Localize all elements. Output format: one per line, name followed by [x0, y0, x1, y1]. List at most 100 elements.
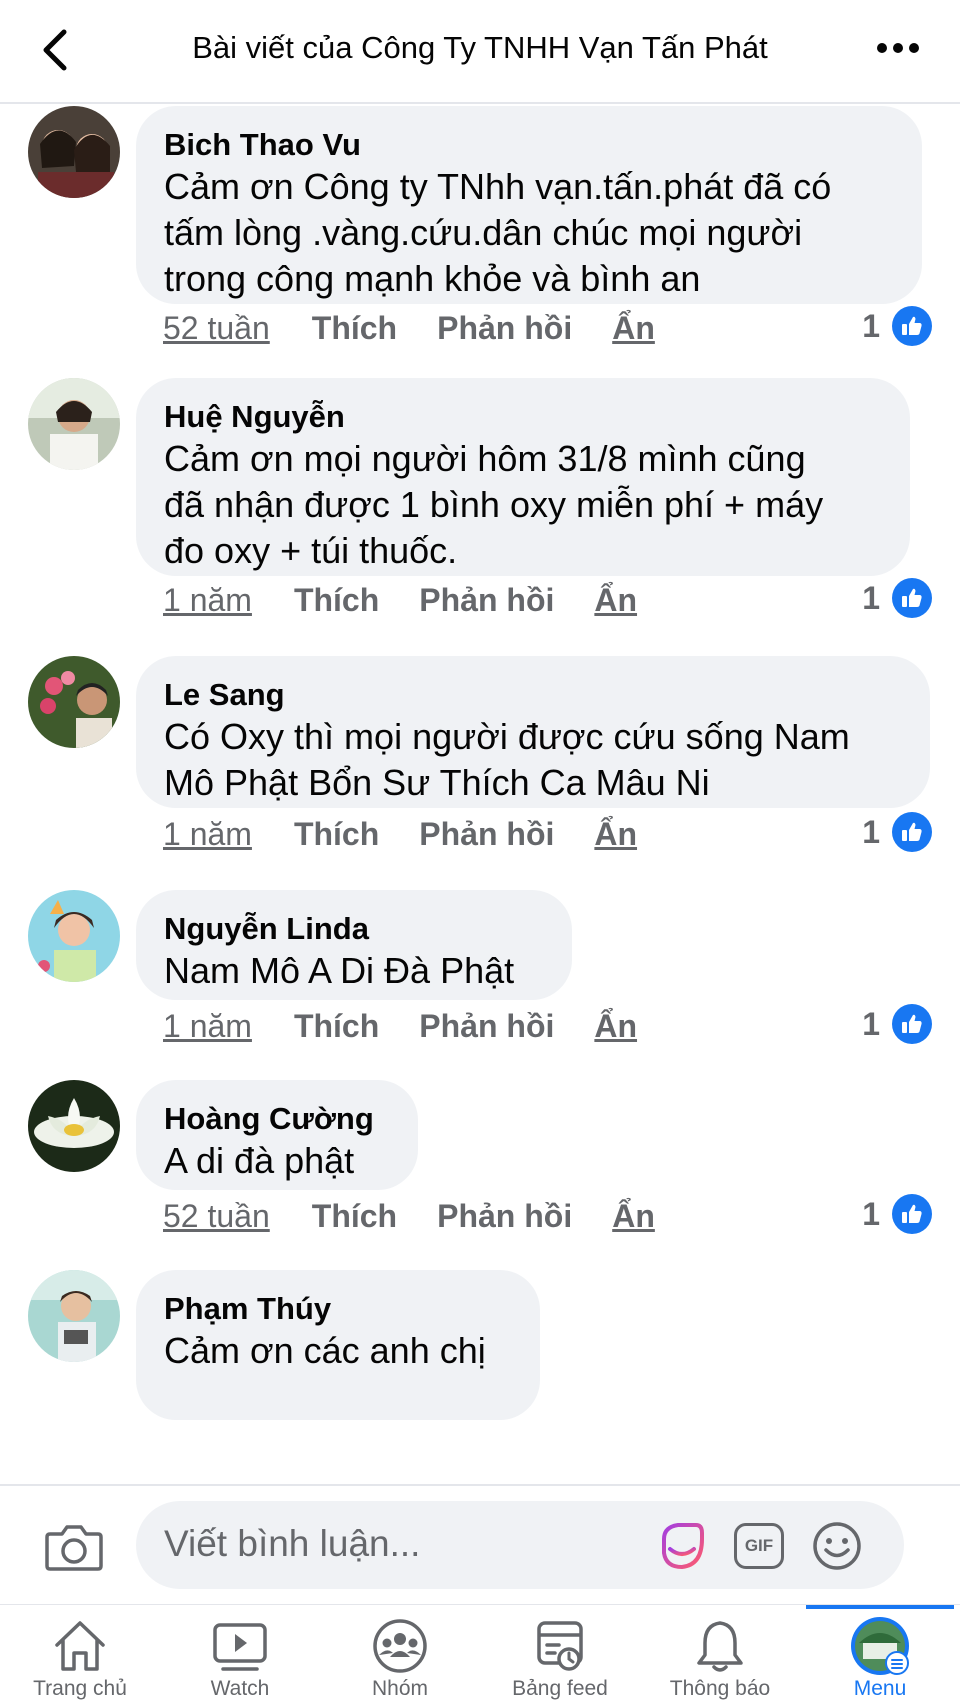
comment-text: tấm lòng .vàng.cứu.dân chúc mọi người	[164, 212, 803, 253]
comment-timestamp[interactable]: 1 năm	[163, 1008, 252, 1045]
tab-watch[interactable]: Watch	[160, 1605, 320, 1707]
comment-item: Le Sang Có Oxy thì mọi người được cứu số…	[0, 654, 960, 894]
top-navigation-bar: Bài viết của Công Ty TNHH Vạn Tấn Phát	[0, 0, 960, 104]
feeds-icon	[537, 1621, 583, 1671]
avatar[interactable]	[28, 378, 120, 470]
comment-author[interactable]: Le Sang	[164, 676, 902, 714]
tab-label: Trang chủ	[33, 1677, 127, 1700]
tab-label: Nhóm	[371, 1677, 429, 1700]
bottom-tab-bar: Trang chủ Watch Nhóm Bảng feed Thông báo…	[0, 1604, 960, 1707]
emoji-icon[interactable]	[810, 1519, 864, 1573]
comment-text: Mô Phật Bổn Sư Thích Ca Mâu Ni	[164, 762, 710, 803]
comment-actions: 1 năm Thích Phản hồi Ẩn	[163, 582, 637, 619]
bell-icon	[697, 1621, 743, 1672]
avatar[interactable]	[28, 890, 120, 982]
comment-author[interactable]: Bich Thao Vu	[164, 126, 894, 164]
comment-bubble[interactable]: Nguyễn Linda Nam Mô A Di Đà Phật	[136, 890, 572, 1000]
like-reaction-icon	[892, 1194, 932, 1234]
like-reaction-icon	[892, 812, 932, 852]
like-button[interactable]: Thích	[294, 1008, 379, 1045]
like-button[interactable]: Thích	[312, 310, 397, 347]
hide-button[interactable]: Ẩn	[594, 582, 637, 619]
comment-actions: 52 tuần Thích Phản hồi Ẩn	[163, 310, 655, 347]
comment-bubble[interactable]: Hoàng Cường A di đà phật	[136, 1080, 418, 1190]
home-icon	[55, 1621, 105, 1671]
hide-button[interactable]: Ẩn	[594, 816, 637, 853]
avatar[interactable]	[28, 106, 120, 198]
avatar-sticker-icon[interactable]	[654, 1519, 708, 1573]
comment-item: Phạm Thúy Cảm ơn các anh chị	[0, 1270, 960, 1482]
chevron-left-icon[interactable]	[36, 28, 76, 72]
like-count: 1	[862, 307, 880, 344]
reaction-count[interactable]: 1	[862, 1194, 932, 1234]
comment-text: Cảm ơn mọi người hôm 31/8 mình cũng	[164, 438, 806, 479]
reply-button[interactable]: Phản hồi	[419, 816, 554, 853]
like-count: 1	[862, 1005, 880, 1042]
reply-button[interactable]: Phản hồi	[419, 1008, 554, 1045]
comment-item: Hoàng Cường A di đà phật 52 tuần Thích P…	[0, 1078, 960, 1268]
avatar[interactable]	[28, 1270, 120, 1362]
comment-author[interactable]: Phạm Thúy	[164, 1290, 512, 1328]
like-button[interactable]: Thích	[294, 816, 379, 853]
comment-timestamp[interactable]: 52 tuần	[163, 310, 270, 347]
comment-item: Bich Thao Vu Cảm ơn Công ty TNhh vạn.tấn…	[0, 104, 960, 404]
like-count: 1	[862, 1195, 880, 1232]
comment-text: Cảm ơn Công ty TNhh vạn.tấn.phát đã có	[164, 166, 832, 207]
comment-text: Nam Mô A Di Đà Phật	[164, 950, 515, 991]
reply-button[interactable]: Phản hồi	[437, 310, 572, 347]
like-count: 1	[862, 813, 880, 850]
comment-timestamp[interactable]: 52 tuần	[163, 1198, 270, 1235]
tab-feeds[interactable]: Bảng feed	[480, 1605, 640, 1707]
reply-button[interactable]: Phản hồi	[419, 582, 554, 619]
tab-label: Thông báo	[669, 1677, 771, 1700]
comment-text: đã nhận được 1 bình oxy miễn phí + máy	[164, 484, 824, 525]
avatar[interactable]	[28, 1080, 120, 1172]
comment-item: Nguyễn Linda Nam Mô A Di Đà Phật 1 năm T…	[0, 888, 960, 1078]
like-button[interactable]: Thích	[294, 582, 379, 619]
comment-timestamp[interactable]: 1 năm	[163, 816, 252, 853]
comment-input-placeholder: Viết bình luận...	[164, 1523, 421, 1564]
comment-bubble[interactable]: Phạm Thúy Cảm ơn các anh chị	[136, 1270, 540, 1420]
comment-author[interactable]: Huệ Nguyễn	[164, 398, 882, 436]
comment-text: Cảm ơn các anh chị	[164, 1330, 486, 1371]
camera-icon[interactable]	[44, 1522, 104, 1572]
reaction-count[interactable]: 1	[862, 1004, 932, 1044]
like-reaction-icon	[892, 1004, 932, 1044]
avatar[interactable]	[28, 656, 120, 748]
gif-icon[interactable]: GIF	[732, 1519, 786, 1573]
reaction-count[interactable]: 1	[862, 578, 932, 618]
reply-button[interactable]: Phản hồi	[437, 1198, 572, 1235]
like-count: 1	[862, 579, 880, 616]
menu-avatar-icon	[851, 1617, 909, 1675]
comment-timestamp[interactable]: 1 năm	[163, 582, 252, 619]
hide-button[interactable]: Ẩn	[612, 310, 655, 347]
gif-label: GIF	[734, 1523, 784, 1569]
reaction-count[interactable]: 1	[862, 306, 932, 346]
comment-input[interactable]: Viết bình luận... GIF	[136, 1501, 904, 1589]
tab-menu[interactable]: Menu	[800, 1605, 960, 1707]
page-title: Bài viết của Công Ty TNHH Vạn Tấn Phát	[192, 30, 768, 65]
like-reaction-icon	[892, 306, 932, 346]
like-reaction-icon	[892, 578, 932, 618]
comment-actions: 1 năm Thích Phản hồi Ẩn	[163, 1008, 637, 1045]
comment-actions: 52 tuần Thích Phản hồi Ẩn	[163, 1198, 655, 1235]
tab-groups[interactable]: Nhóm	[320, 1605, 480, 1707]
comment-text: A di đà phật	[164, 1140, 355, 1181]
comment-bubble[interactable]: Bich Thao Vu Cảm ơn Công ty TNhh vạn.tấn…	[136, 106, 922, 304]
tab-notifications[interactable]: Thông báo	[640, 1605, 800, 1707]
comment-author[interactable]: Hoàng Cường	[164, 1100, 390, 1138]
more-horizontal-icon[interactable]	[876, 40, 920, 56]
tab-label: Bảng feed	[512, 1677, 608, 1700]
hide-button[interactable]: Ẩn	[594, 1008, 637, 1045]
comment-bubble[interactable]: Huệ Nguyễn Cảm ơn mọi người hôm 31/8 mìn…	[136, 378, 910, 576]
comment-bubble[interactable]: Le Sang Có Oxy thì mọi người được cứu số…	[136, 656, 930, 808]
hide-button[interactable]: Ẩn	[612, 1198, 655, 1235]
tab-label: Menu	[853, 1677, 907, 1700]
tab-home[interactable]: Trang chủ	[0, 1605, 160, 1707]
comment-author[interactable]: Nguyễn Linda	[164, 910, 544, 948]
reaction-count[interactable]: 1	[862, 812, 932, 852]
comment-text: trong công mạnh khỏe và bình an	[164, 258, 701, 299]
like-button[interactable]: Thích	[312, 1198, 397, 1235]
comment-text: đo oxy + túi thuốc.	[164, 530, 458, 571]
comment-text: Có Oxy thì mọi người được cứu sống Nam	[164, 716, 850, 757]
